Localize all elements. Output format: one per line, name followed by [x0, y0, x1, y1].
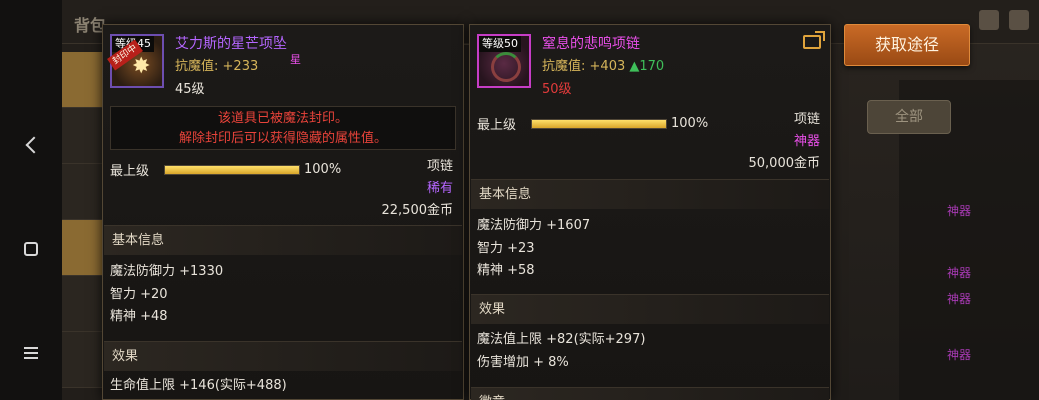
list-item[interactable]: 神器 — [859, 284, 979, 314]
item-level: 50级 — [542, 82, 572, 97]
magic-resist-label: 抗魔值: — [542, 59, 586, 74]
android-nav-bar — [0, 0, 62, 400]
magic-resist-value: +403 — [589, 59, 626, 74]
grade-percent: 100% — [671, 116, 709, 131]
magic-resist-delta: ▲170 — [629, 59, 665, 74]
item-icon: ✸ 等级45 封印中 — [107, 34, 164, 88]
grade-label: 最上级 — [477, 118, 517, 133]
effect-header: 效果 — [104, 341, 462, 371]
filter-all-button[interactable]: 全部 — [867, 100, 951, 134]
mail-icon[interactable] — [979, 10, 999, 30]
link-char: 星 — [290, 53, 301, 66]
grade-bar-fill — [165, 165, 299, 174]
android-home-icon[interactable] — [18, 236, 44, 262]
basic-stat-list: 魔法防御力 +1607 智力 +23 精神 +58 — [477, 215, 590, 283]
effect-stat-list: 生命值上限 +146(实际+488) — [110, 375, 287, 398]
grade-bar-fill — [532, 119, 666, 128]
android-back-icon[interactable] — [18, 132, 44, 158]
grade-bar-row: 最上级 100% — [477, 114, 708, 133]
effect-stat: 伤害增加 + 8% — [477, 354, 569, 370]
android-recent-apps-icon[interactable] — [18, 340, 44, 366]
share-icon[interactable] — [803, 31, 825, 49]
effect-stat: 生命值上限 +146(实际+488) — [110, 378, 287, 393]
item-type: 项链 — [426, 159, 453, 174]
emblem-header: 徽章 — [471, 387, 829, 400]
get-path-button[interactable]: 获取途径 — [844, 24, 970, 66]
item-type: 项链 — [793, 112, 820, 127]
star-icon: ✸ — [132, 54, 151, 79]
basic-info-header: 基本信息 — [104, 225, 462, 255]
seal-notice-line-2: 解除封印后可以获得隐藏的属性值。 — [178, 131, 387, 146]
grade-percent: 100% — [304, 162, 342, 177]
basic-stat: 精神 +48 — [110, 309, 168, 324]
magic-resist-stat: 抗魔值: +233 — [175, 55, 258, 74]
chat-icon[interactable] — [1009, 10, 1029, 30]
basic-stat: 智力 +23 — [477, 240, 535, 256]
seal-notice-line-1: 该道具已被魔法封印。 — [217, 111, 348, 126]
basic-stat: 魔法防御力 +1330 — [110, 264, 224, 279]
item-meta: 项链 神器 50,000金币 — [749, 109, 821, 175]
item-tooltip-compare: 等级50 窒息的悲鸣项链 抗魔值: +403 ▲170 50级 最上级 100%… — [469, 24, 831, 400]
item-tooltip-equipped: ✸ 等级45 封印中 艾力斯的星芒项坠 抗魔值: +233 星 45级 该道具已… — [102, 24, 464, 400]
item-rarity: 稀有 — [426, 181, 453, 196]
top-bar-icons — [979, 10, 1029, 30]
magic-resist-value: +233 — [222, 59, 259, 74]
seal-notice: 该道具已被魔法封印。 解除封印后可以获得隐藏的属性值。 — [110, 106, 456, 150]
list-item[interactable]: 神器 — [859, 196, 979, 226]
grade-label: 最上级 — [110, 164, 150, 179]
item-icon: 等级50 — [477, 34, 531, 88]
effect-stat: 魔法值上限 +82(实际+297) — [477, 332, 646, 347]
effect-header: 效果 — [471, 294, 829, 324]
item-level: 45级 — [175, 82, 205, 97]
magic-resist-label: 抗魔值: — [175, 59, 219, 74]
effect-stat-list: 魔法值上限 +82(实际+297) 伤害增加 + 8% — [477, 329, 645, 374]
item-rarity: 神器 — [793, 134, 820, 149]
grade-bar — [164, 164, 300, 175]
basic-stat: 魔法防御力 +1607 — [477, 218, 591, 233]
basic-info-header: 基本信息 — [471, 179, 829, 209]
basic-stat: 智力 +20 — [110, 286, 168, 302]
grade-bar-row: 最上级 100% — [110, 160, 341, 179]
necklace-icon — [491, 52, 521, 82]
item-level-tag: 等级50 — [479, 36, 521, 52]
magic-resist-stat: 抗魔值: +403 ▲170 — [542, 55, 664, 74]
list-item[interactable]: 神器 — [859, 340, 979, 370]
item-price: 22,500金币 — [381, 203, 454, 218]
item-meta: 项链 稀有 22,500金币 — [382, 156, 454, 222]
item-name: 窒息的悲鸣项链 — [542, 36, 640, 52]
item-price: 50,000金币 — [748, 156, 821, 171]
basic-stat-list: 魔法防御力 +1330 智力 +20 精神 +48 — [110, 261, 223, 329]
item-name: 艾力斯的星芒项坠 — [175, 36, 287, 52]
grade-bar — [531, 118, 667, 129]
basic-stat: 精神 +58 — [477, 263, 535, 278]
